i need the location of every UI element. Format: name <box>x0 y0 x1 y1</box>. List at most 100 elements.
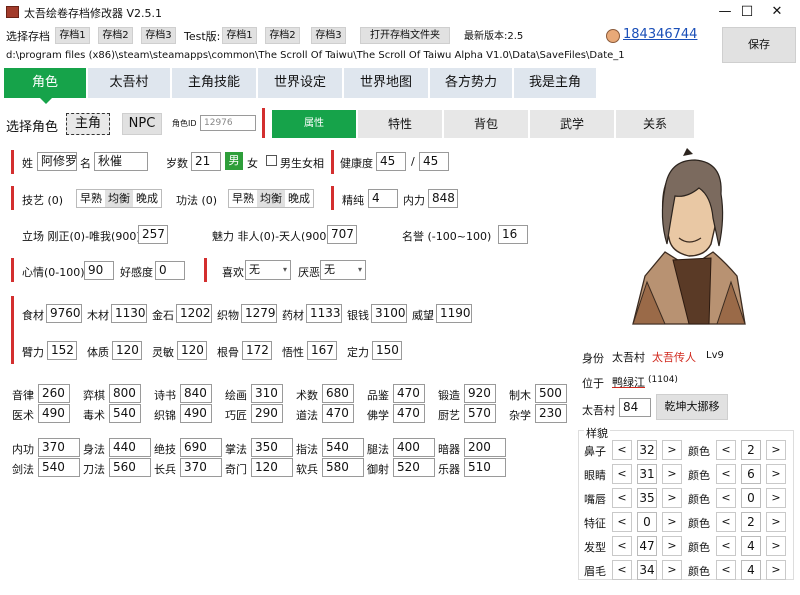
tomboy-checkbox[interactable] <box>266 155 277 166</box>
tab-village[interactable]: 太吾村 <box>88 68 170 98</box>
color-value[interactable]: 4 <box>741 560 761 580</box>
value-field[interactable]: 370 <box>38 438 80 457</box>
teleport-button[interactable]: 乾坤大挪移 <box>656 394 728 420</box>
value-field[interactable]: 510 <box>464 458 506 477</box>
gong-growth-selector[interactable]: 早熟 均衡 晚成 <box>228 189 314 208</box>
decrease-button[interactable]: < <box>612 488 632 508</box>
close-button[interactable]: ✕ <box>754 0 800 24</box>
position-value[interactable]: 鸭绿江 <box>612 374 645 390</box>
value-field[interactable]: 920 <box>464 384 496 403</box>
value-field[interactable]: 540 <box>322 438 364 457</box>
value-field[interactable]: 470 <box>393 404 425 423</box>
subtab-martial[interactable]: 武学 <box>530 110 614 138</box>
option-balanced[interactable]: 均衡 <box>105 190 133 207</box>
value-field[interactable]: 12790 <box>241 304 277 323</box>
color-value[interactable]: 2 <box>741 512 761 532</box>
increase-button[interactable]: > <box>766 536 786 556</box>
open-folder-button[interactable]: 打开存档文件夹 <box>360 27 450 44</box>
value-field[interactable]: 200 <box>464 438 506 457</box>
value-field[interactable]: 580 <box>322 458 364 477</box>
name-field[interactable]: 秋催 <box>94 152 148 171</box>
value-field[interactable]: 560 <box>109 458 151 477</box>
tab-world-settings[interactable]: 世界设定 <box>258 68 342 98</box>
value-field[interactable]: 400 <box>393 438 435 457</box>
village-field[interactable]: 84 <box>619 398 651 417</box>
appearance-value[interactable]: 34 <box>637 560 657 580</box>
tab-skills[interactable]: 主角技能 <box>172 68 256 98</box>
increase-button[interactable]: > <box>766 512 786 532</box>
appearance-value[interactable]: 35 <box>637 488 657 508</box>
value-field[interactable]: 470 <box>393 384 425 403</box>
increase-button[interactable]: > <box>662 512 682 532</box>
test-save-slot-3[interactable]: 存档3 <box>311 27 346 44</box>
main-role-button[interactable]: 主角 <box>66 113 110 135</box>
value-field[interactable]: 31002 <box>371 304 407 323</box>
health-field[interactable]: 45 <box>376 152 406 171</box>
appearance-value[interactable]: 32 <box>637 440 657 460</box>
value-field[interactable]: 11901 <box>436 304 472 323</box>
increase-button[interactable]: > <box>662 464 682 484</box>
appearance-value[interactable]: 31 <box>637 464 657 484</box>
male-toggle[interactable]: 男 <box>225 152 243 170</box>
value-field[interactable]: 800 <box>109 384 141 403</box>
charm-field[interactable]: 707 <box>327 225 357 244</box>
value-field[interactable]: 540 <box>109 404 141 423</box>
save-slot-3[interactable]: 存档3 <box>141 27 176 44</box>
value-field[interactable]: 12020 <box>176 304 212 323</box>
tab-i-am-hero[interactable]: 我是主角 <box>514 68 596 98</box>
appearance-value[interactable]: 0 <box>637 512 657 532</box>
value-field[interactable]: 150 <box>372 341 402 360</box>
purity-field[interactable]: 4 <box>368 189 398 208</box>
value-field[interactable]: 350 <box>251 438 293 457</box>
decrease-button[interactable]: < <box>716 560 736 580</box>
value-field[interactable]: 440 <box>109 438 151 457</box>
tab-world-map[interactable]: 世界地图 <box>344 68 428 98</box>
option-late[interactable]: 晚成 <box>285 190 313 207</box>
increase-button[interactable]: > <box>766 440 786 460</box>
role-id-field[interactable]: 12976 <box>200 115 256 131</box>
save-slot-2[interactable]: 存档2 <box>98 27 133 44</box>
value-field[interactable]: 172 <box>242 341 272 360</box>
like-select[interactable]: 无 ▾ <box>245 260 291 280</box>
decrease-button[interactable]: < <box>612 512 632 532</box>
value-field[interactable]: 120 <box>251 458 293 477</box>
value-field[interactable]: 490 <box>38 404 70 423</box>
option-late[interactable]: 晚成 <box>133 190 161 207</box>
hate-select[interactable]: 无 ▾ <box>320 260 366 280</box>
decrease-button[interactable]: < <box>612 464 632 484</box>
value-field[interactable]: 120 <box>112 341 142 360</box>
female-label[interactable]: 女 <box>247 155 258 171</box>
value-field[interactable]: 11332 <box>306 304 342 323</box>
value-field[interactable]: 500 <box>535 384 567 403</box>
qq-link[interactable]: 184346744 <box>623 27 697 42</box>
mood-field[interactable]: 90 <box>84 261 114 280</box>
increase-button[interactable]: > <box>662 440 682 460</box>
subtab-relations[interactable]: 关系 <box>616 110 694 138</box>
color-value[interactable]: 0 <box>741 488 761 508</box>
decrease-button[interactable]: < <box>716 512 736 532</box>
art-growth-selector[interactable]: 早熟 均衡 晚成 <box>76 189 162 208</box>
subtab-attributes[interactable]: 属性 <box>272 110 356 138</box>
value-field[interactable]: 260 <box>38 384 70 403</box>
value-field[interactable]: 290 <box>251 404 283 423</box>
favor-field[interactable]: 0 <box>155 261 185 280</box>
value-field[interactable]: 570 <box>464 404 496 423</box>
test-save-slot-2[interactable]: 存档2 <box>265 27 300 44</box>
save-button[interactable]: 保存 <box>722 27 796 63</box>
value-field[interactable]: 230 <box>535 404 567 423</box>
color-value[interactable]: 6 <box>741 464 761 484</box>
color-value[interactable]: 4 <box>741 536 761 556</box>
decrease-button[interactable]: < <box>716 536 736 556</box>
decrease-button[interactable]: < <box>612 560 632 580</box>
increase-button[interactable]: > <box>662 536 682 556</box>
decrease-button[interactable]: < <box>716 440 736 460</box>
tab-factions[interactable]: 各方势力 <box>430 68 512 98</box>
appearance-value[interactable]: 47 <box>637 536 657 556</box>
decrease-button[interactable]: < <box>716 464 736 484</box>
decrease-button[interactable]: < <box>612 536 632 556</box>
reputation-field[interactable]: 16 <box>498 225 528 244</box>
increase-button[interactable]: > <box>766 488 786 508</box>
value-field[interactable]: 370 <box>180 458 222 477</box>
increase-button[interactable]: > <box>662 560 682 580</box>
value-field[interactable]: 310 <box>251 384 283 403</box>
